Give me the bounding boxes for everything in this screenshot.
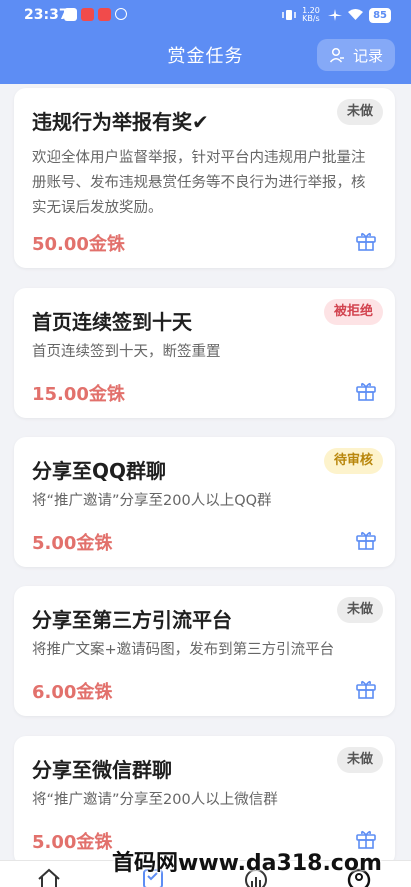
- wifi-icon: [348, 9, 364, 20]
- notification-icon: [98, 8, 111, 21]
- task-title: 分享至第三方引流平台: [32, 608, 232, 632]
- record-button[interactable]: 记录: [317, 39, 395, 71]
- airplane-icon: [328, 9, 343, 21]
- home-icon[interactable]: [36, 867, 62, 887]
- task-description: 首页连续签到十天，断签重置: [32, 344, 221, 360]
- gift-icon[interactable]: [355, 529, 377, 551]
- watermark: 首码网www.da318.com: [112, 851, 382, 876]
- vibrate-icon: [282, 10, 296, 20]
- notification-icons: [64, 8, 127, 21]
- user-icon: [329, 47, 344, 63]
- task-description: 将推广文案+邀请码图，发布到第三方引流平台: [32, 642, 335, 658]
- gift-icon[interactable]: [355, 380, 377, 402]
- notification-icon: [115, 8, 127, 20]
- task-reward: 15.00金铢: [32, 384, 125, 405]
- task-description: 将“推广邀请”分享至200人以上QQ群: [32, 493, 272, 509]
- status-badge: 待审核: [323, 448, 383, 474]
- task-reward: 5.00金铢: [32, 832, 113, 853]
- task-card[interactable]: 首页连续签到十天 被拒绝 首页连续签到十天，断签重置 15.00金铢: [14, 288, 395, 418]
- task-reward: 50.00金铢: [32, 234, 125, 255]
- status-badge: 未做: [336, 597, 383, 623]
- notification-icon: [64, 8, 77, 21]
- net-speed: 1.20 KB/s: [302, 6, 320, 23]
- status-right: 1.20 KB/s 85: [282, 7, 391, 23]
- battery-icon: 85: [369, 7, 391, 23]
- task-title: 违规行为举报有奖✔: [32, 110, 209, 134]
- status-badge: 未做: [336, 747, 383, 773]
- gift-icon[interactable]: [355, 678, 377, 700]
- status-bar: 23:37 1.20 KB/s 85: [0, 0, 411, 30]
- status-badge: 未做: [336, 99, 383, 125]
- task-card[interactable]: 分享至第三方引流平台 未做 将推广文案+邀请码图，发布到第三方引流平台 6.00…: [14, 586, 395, 716]
- notification-icon: [81, 8, 94, 21]
- task-reward: 6.00金铢: [32, 682, 113, 703]
- header-bar: 23:37 1.20 KB/s 85 赏金任务 记录: [0, 0, 411, 84]
- task-description: 将“推广邀请”分享至200人以上微信群: [32, 792, 278, 808]
- task-title: 分享至QQ群聊: [32, 459, 167, 483]
- task-description: 欢迎全体用户监督举报，针对平台内违规用户批量注册账号、发布违规悬赏任务等不良行为…: [32, 150, 366, 216]
- task-title: 分享至微信群聊: [32, 758, 172, 782]
- record-label: 记录: [352, 46, 383, 65]
- status-badge: 被拒绝: [323, 299, 383, 325]
- task-card[interactable]: 分享至QQ群聊 待审核 将“推广邀请”分享至200人以上QQ群 5.00金铢: [14, 437, 395, 567]
- task-card[interactable]: 违规行为举报有奖✔ 未做 欢迎全体用户监督举报，针对平台内违规用户批量注册账号、…: [14, 88, 395, 268]
- status-time: 23:37: [24, 7, 69, 23]
- gift-icon[interactable]: [355, 230, 377, 252]
- task-reward: 5.00金铢: [32, 533, 113, 554]
- task-title: 首页连续签到十天: [32, 310, 192, 334]
